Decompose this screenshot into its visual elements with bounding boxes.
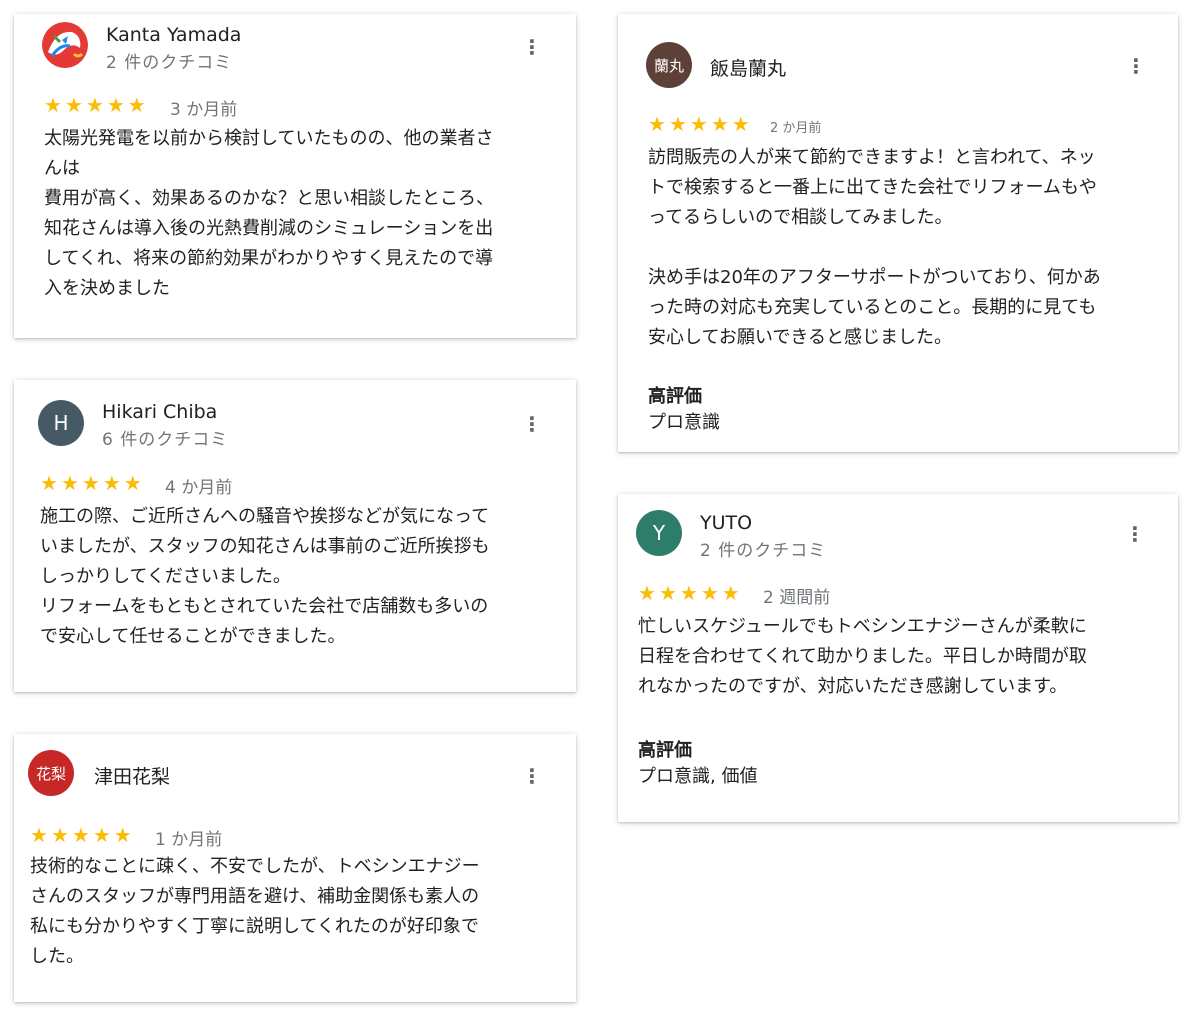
review-date: 2 か月前 bbox=[770, 121, 822, 136]
star-icon: ★ bbox=[50, 823, 69, 847]
review-card: H Hikari Chiba 6 件のクチコミ ⋮ ★ ★ ★ ★ ★ 4 か月… bbox=[14, 380, 576, 692]
star-icon: ★ bbox=[668, 112, 687, 136]
star-rating: ★ ★ ★ ★ ★ bbox=[40, 472, 145, 494]
highlights-value: プロ意識 bbox=[648, 412, 720, 433]
reviewer-name[interactable]: 津田花梨 bbox=[94, 762, 170, 789]
star-icon: ★ bbox=[731, 112, 750, 136]
user-avatar-icon[interactable] bbox=[42, 22, 88, 68]
star-icon: ★ bbox=[60, 471, 79, 495]
review-text: 忙しいスケジュールでもトベシンエナジーさんが柔軟に 日程を合わせてくれて助かりま… bbox=[638, 616, 1087, 697]
highlights-title: 高評価 bbox=[638, 740, 692, 761]
more-vert-icon[interactable]: ⋮ bbox=[522, 766, 542, 786]
star-rating: ★ ★ ★ ★ ★ bbox=[648, 113, 753, 135]
star-rating: ★ ★ ★ ★ ★ bbox=[30, 824, 135, 846]
user-avatar-icon[interactable]: Y bbox=[636, 510, 682, 556]
star-icon: ★ bbox=[85, 93, 104, 117]
star-icon: ★ bbox=[679, 581, 698, 605]
user-avatar-icon[interactable]: 花梨 bbox=[28, 750, 74, 796]
star-icon: ★ bbox=[113, 823, 132, 847]
highlights-value: プロ意識, 価値 bbox=[638, 766, 758, 787]
review-date: 3 か月前 bbox=[170, 100, 238, 120]
user-avatar-icon[interactable]: 蘭丸 bbox=[646, 42, 692, 88]
review-card: Y YUTO 2 件のクチコミ ⋮ ★ ★ ★ ★ ★ 2 週間前 忙しいスケジ… bbox=[618, 494, 1178, 822]
reviewer-name[interactable]: Kanta Yamada bbox=[106, 24, 241, 46]
review-count: 2 件のクチコミ bbox=[106, 53, 233, 73]
review-count: 2 件のクチコミ bbox=[700, 541, 827, 561]
star-icon: ★ bbox=[700, 581, 719, 605]
star-icon: ★ bbox=[721, 581, 740, 605]
star-rating: ★ ★ ★ ★ ★ bbox=[44, 94, 149, 116]
star-icon: ★ bbox=[44, 93, 62, 117]
user-avatar-icon[interactable]: H bbox=[38, 400, 84, 446]
more-vert-icon[interactable]: ⋮ bbox=[522, 414, 542, 434]
review-date: 2 週間前 bbox=[763, 588, 831, 608]
star-icon: ★ bbox=[102, 471, 121, 495]
star-icon: ★ bbox=[30, 823, 48, 847]
review-text: 訪問販売の人が来て節約できますよ！と言われて、ネッ トで検索すると一番上に出てき… bbox=[648, 147, 1101, 348]
review-card: 蘭丸 飯島蘭丸 ⋮ ★ ★ ★ ★ ★ 2 か月前 訪問販売の人が来て節約できま… bbox=[618, 14, 1178, 452]
star-icon: ★ bbox=[658, 581, 677, 605]
more-vert-icon[interactable]: ⋮ bbox=[522, 37, 542, 57]
reviewer-name[interactable]: 飯島蘭丸 bbox=[710, 54, 786, 81]
star-icon: ★ bbox=[106, 93, 125, 117]
review-date: 4 か月前 bbox=[165, 478, 233, 498]
star-icon: ★ bbox=[92, 823, 111, 847]
review-count: 6 件のクチコミ bbox=[102, 430, 229, 450]
review-text: 太陽光発電を以前から検討していたものの、他の業者さ んは 費用が高く、効果あるの… bbox=[44, 128, 494, 299]
more-vert-icon[interactable]: ⋮ bbox=[1126, 56, 1146, 76]
star-icon: ★ bbox=[638, 581, 656, 605]
star-icon: ★ bbox=[40, 471, 58, 495]
star-icon: ★ bbox=[71, 823, 90, 847]
star-icon: ★ bbox=[64, 93, 83, 117]
reviewer-name[interactable]: Hikari Chiba bbox=[102, 401, 217, 423]
more-vert-icon[interactable]: ⋮ bbox=[1125, 524, 1145, 544]
reviewer-name[interactable]: YUTO bbox=[700, 512, 752, 534]
review-text: 技術的なことに疎く、不安でしたが、トベシンエナジー さんのスタッフが専門用語を避… bbox=[30, 856, 480, 967]
star-rating: ★ ★ ★ ★ ★ bbox=[638, 582, 743, 604]
review-date: 1 か月前 bbox=[155, 830, 223, 850]
star-icon: ★ bbox=[648, 112, 666, 136]
star-icon: ★ bbox=[710, 112, 729, 136]
review-card: Kanta Yamada 2 件のクチコミ ⋮ ★ ★ ★ ★ ★ 3 か月前 … bbox=[14, 14, 576, 338]
star-icon: ★ bbox=[123, 471, 142, 495]
star-icon: ★ bbox=[127, 93, 146, 117]
star-icon: ★ bbox=[81, 471, 100, 495]
star-icon: ★ bbox=[689, 112, 708, 136]
review-card: 花梨 津田花梨 ⋮ ★ ★ ★ ★ ★ 1 か月前 技術的なことに疎く、不安でし… bbox=[14, 734, 576, 1002]
highlights-title: 高評価 bbox=[648, 386, 702, 407]
review-text: 施工の際、ご近所さんへの騒音や挨拶などが気になって いましたが、スタッフの知花さ… bbox=[40, 506, 490, 647]
